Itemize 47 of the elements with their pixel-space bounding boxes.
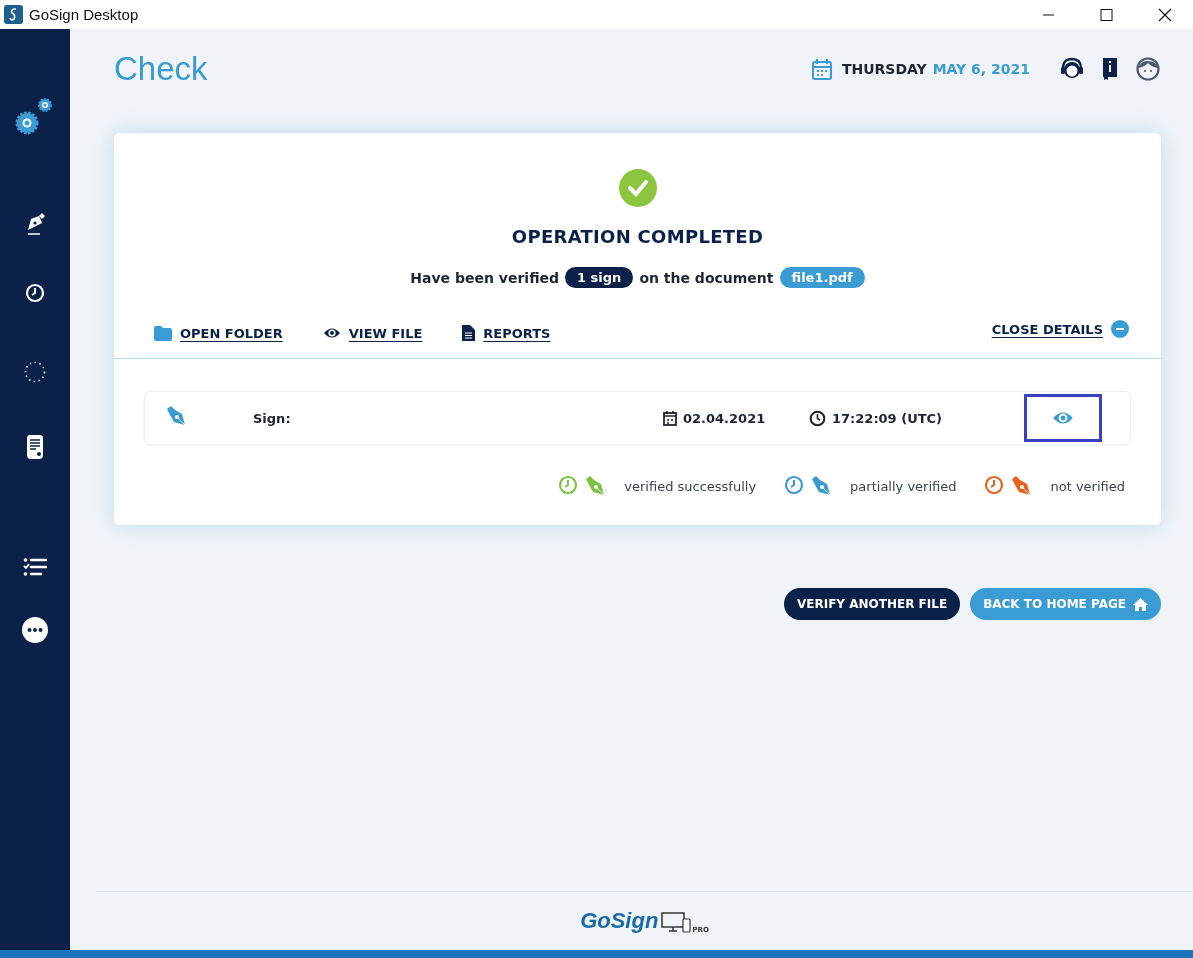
monitor-icon	[661, 912, 692, 934]
verify-another-button[interactable]: VERIFY ANOTHER FILE	[784, 588, 961, 620]
view-signature-button[interactable]	[1024, 394, 1102, 442]
history-icon	[25, 283, 45, 303]
page-title: Check	[114, 50, 208, 88]
date-label: MAY 6, 2021	[932, 61, 1030, 77]
clock-icon	[784, 475, 805, 495]
success-check-icon	[617, 168, 658, 208]
document-icon	[462, 325, 476, 341]
pen-icon	[1010, 475, 1033, 497]
pen-icon	[584, 475, 607, 497]
home-icon	[1133, 597, 1148, 611]
signature-time: 17:22:09 (UTC)	[832, 410, 943, 426]
pen-icon	[810, 475, 833, 497]
action-link[interactable]: REPORTS	[462, 325, 551, 341]
folder-icon	[154, 325, 172, 341]
action-link[interactable]: VIEW FILE	[322, 324, 423, 342]
calendar-icon	[663, 410, 677, 426]
calendar-icon	[811, 58, 832, 80]
signature-pen-icon	[165, 405, 187, 427]
signature-date: 02.04.2021	[683, 410, 766, 426]
legend-label: partially verified	[850, 478, 957, 494]
status-heading: OPERATION COMPLETED	[511, 226, 764, 247]
dotted-circle-icon[interactable]	[24, 361, 46, 383]
file-name-badge: file1.pdf	[779, 267, 865, 288]
gears-icon[interactable]	[15, 97, 55, 137]
minus-circle-icon	[1111, 320, 1129, 338]
clock-icon	[558, 475, 579, 495]
certificate-icon[interactable]	[25, 435, 45, 459]
close-details-link[interactable]: CLOSE DETAILS	[991, 320, 1129, 338]
checklist-icon[interactable]	[23, 557, 47, 577]
weekday-label: THURSDAY	[841, 61, 927, 77]
action-link[interactable]: OPEN FOLDER	[154, 325, 283, 341]
legend-label: not verified	[1050, 478, 1125, 494]
headset-icon[interactable]	[1060, 57, 1084, 81]
window-title: GoSign Desktop	[29, 6, 139, 23]
clock-icon	[809, 409, 826, 427]
app-logo-icon	[4, 5, 23, 24]
result-text: Have been verified	[410, 269, 560, 286]
clock-icon	[984, 475, 1005, 495]
sign-count-badge: 1 sign	[565, 267, 634, 288]
user-avatar-icon[interactable]	[1136, 57, 1160, 81]
signature-label: Sign:	[253, 410, 292, 426]
more-icon[interactable]	[22, 617, 48, 643]
legend-label: verified successfully	[624, 478, 757, 494]
result-text: on the document	[639, 269, 774, 286]
brand-logo: GoSign	[580, 908, 659, 934]
